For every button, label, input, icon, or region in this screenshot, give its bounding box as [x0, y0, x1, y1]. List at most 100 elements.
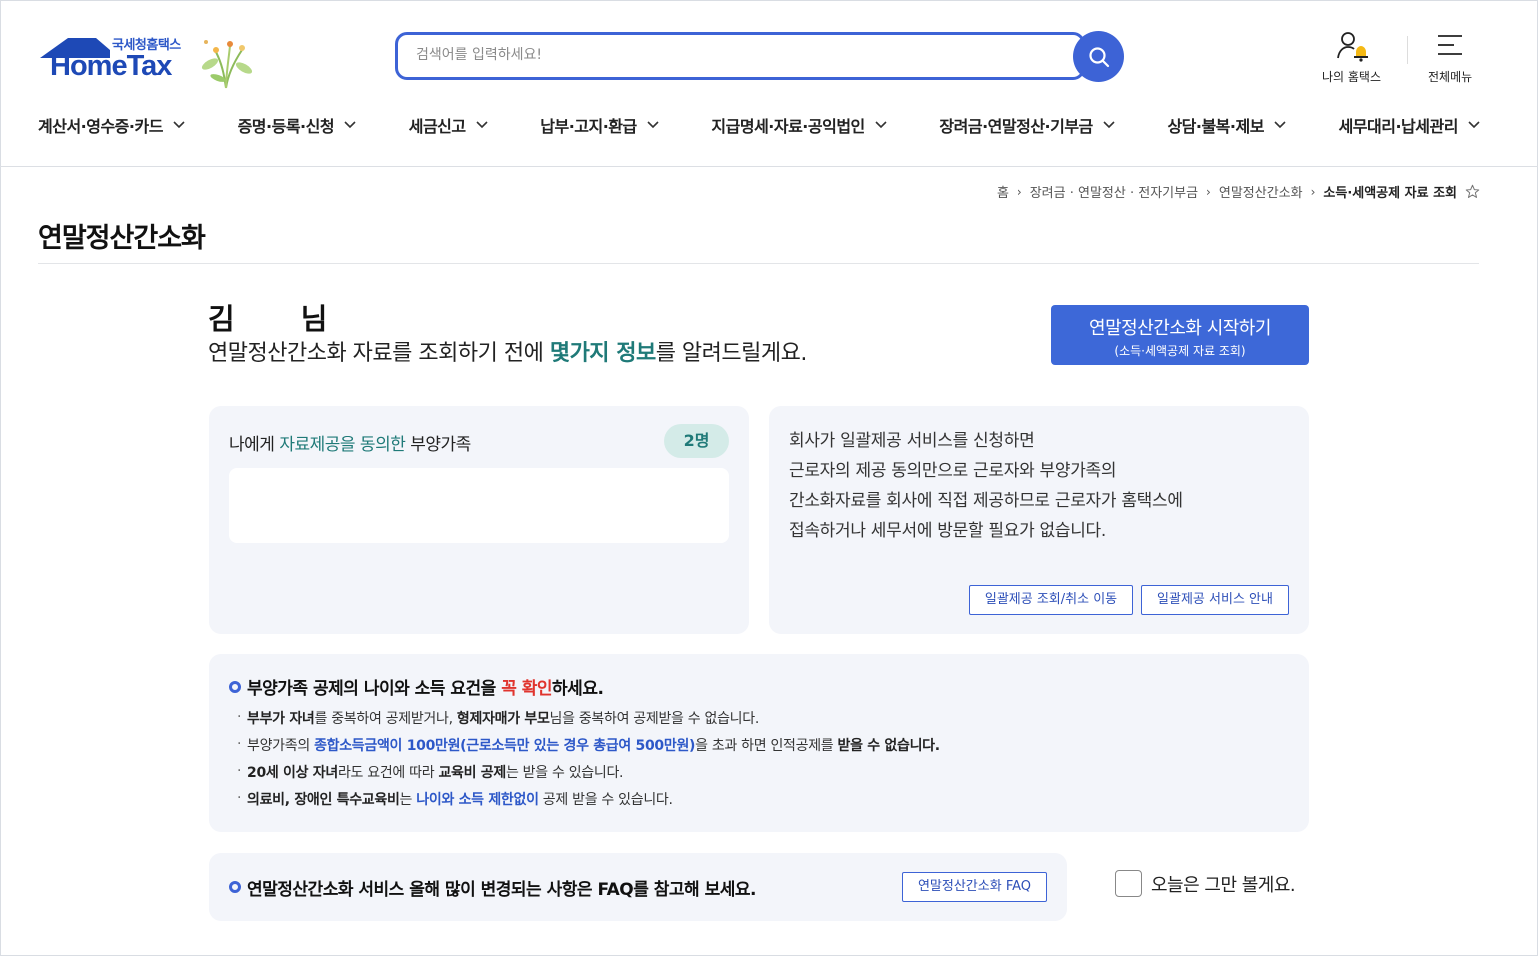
nav-label: 납부·고지·환급	[540, 117, 637, 136]
search-box	[395, 32, 1085, 80]
user-name: 김 님	[208, 302, 356, 336]
notice-list: 부부가 자녀를 중복하여 공제받거나, 형제자매가 부모님을 중복하여 공제받을…	[237, 704, 940, 814]
chevron-down-icon	[647, 121, 659, 129]
list-item: 부양가족의 종합소득금액이 100만원(근로소득만 있는 경우 총급여 500만…	[237, 731, 940, 760]
greeting-text: 연말정산간소화 자료를 조회하기 전에	[208, 341, 550, 366]
emphasis-blue: 나이와 소득 제한없이	[416, 792, 539, 808]
faq-banner: 연말정산간소화 서비스 올해 많이 변경되는 사항은 FAQ를 참고해 보세요.…	[209, 853, 1067, 921]
emphasis: 부부가 자녀	[247, 711, 315, 727]
user-bell-icon	[1336, 32, 1368, 62]
emphasis: 의료비, 장애인 특수교육비	[247, 792, 400, 808]
checkbox[interactable]	[1115, 870, 1142, 897]
dismiss-today-checkbox[interactable]: 오늘은 그만 볼게요.	[1115, 870, 1296, 897]
bulk-provision-card: 회사가 일괄제공 서비스를 신청하면 근로자의 제공 동의만으로 근로자와 부양…	[769, 406, 1309, 634]
notice-title: 부양가족 공제의 나이와 소득 요건을 꼭 확인하세요.	[247, 674, 604, 699]
emphasis: 형제자매가 부모	[456, 711, 550, 727]
breadcrumb-level2[interactable]: 연말정산간소화	[1219, 182, 1303, 201]
faq-text: 연말정산간소화 서비스 올해 많이 변경되는 사항은 FAQ를 참고해 보세요.	[247, 880, 757, 900]
text: 라도 요건에 따라	[337, 765, 439, 781]
greeting-text: 를 알려드릴게요.	[655, 341, 808, 366]
nav-item-year-end-settlement[interactable]: 장려금·연말정산·기부금	[939, 113, 1115, 137]
text: 는 받을 수 있습니다.	[505, 765, 624, 781]
chevron-down-icon	[875, 121, 887, 129]
card-title-text: 부양가족	[405, 435, 471, 455]
text: 를 중복하여 공제받거나,	[314, 711, 457, 727]
breadcrumb-home[interactable]: 홈	[997, 182, 1009, 201]
chevron-down-icon	[476, 121, 488, 129]
breadcrumb-separator-icon: ›	[1310, 184, 1316, 199]
all-menu-label: 전체메뉴	[1428, 70, 1473, 84]
nav-item-tax-return[interactable]: 세금신고	[409, 113, 488, 137]
greeting-highlight: 몇가지 정보	[549, 341, 656, 366]
search-icon	[1088, 46, 1109, 67]
chevron-down-icon	[1103, 121, 1115, 129]
hamburger-menu-icon	[1438, 35, 1463, 55]
description-line: 간소화자료를 회사에 직접 제공하므로 근로자가 홈택스에	[789, 491, 1183, 511]
description-line: 회사가 일괄제공 서비스를 신청하면	[789, 431, 1035, 451]
faq-button[interactable]: 연말정산간소화 FAQ	[902, 872, 1047, 902]
breadcrumb-current: 소득·세액공제 자료 조회	[1323, 186, 1457, 201]
greeting-message: 연말정산간소화 자료를 조회하기 전에 몇가지 정보를 알려드릴게요.	[208, 335, 807, 367]
start-button-sublabel: (소득·세액공제 자료 조회)	[1114, 344, 1246, 358]
notice-title-text: 하세요.	[552, 679, 604, 699]
utility-divider	[1407, 36, 1408, 64]
bullet-circle-icon	[229, 681, 241, 693]
search-button[interactable]	[1073, 31, 1124, 82]
bullet-circle-icon	[229, 881, 241, 893]
nav-item-payment-statement[interactable]: 지급명세·자료·공익법인	[711, 113, 887, 137]
nav-label: 상담·불복·제보	[1167, 117, 1264, 136]
dependent-requirements-notice: 부양가족 공제의 나이와 소득 요건을 꼭 확인하세요. 부부가 자녀를 중복하…	[209, 654, 1309, 832]
my-hometax-button[interactable]: 나의 홈택스	[1322, 30, 1381, 85]
nav-item-invoice-receipt-card[interactable]: 계산서·영수증·카드	[38, 113, 185, 137]
emphasis: 20세 이상 자녀	[247, 765, 338, 781]
chevron-down-icon	[1274, 121, 1286, 129]
breadcrumb-separator-icon: ›	[1206, 184, 1211, 199]
text: 공제 받을 수 있습니다.	[538, 792, 673, 808]
chevron-down-icon	[344, 121, 356, 129]
list-item: 20세 이상 자녀라도 요건에 따라 교육비 공제는 받을 수 있습니다.	[237, 758, 940, 787]
bulk-provision-description: 회사가 일괄제공 서비스를 신청하면 근로자의 제공 동의만으로 근로자와 부양…	[789, 426, 1183, 546]
start-simplified-service-button[interactable]: 연말정산간소화 시작하기 (소득·세액공제 자료 조회)	[1051, 305, 1309, 365]
nav-label: 장려금·연말정산·기부금	[939, 117, 1093, 136]
text: 을 초과 하면 인적공제를	[695, 738, 838, 754]
nav-item-tax-agent[interactable]: 세무대리·납세관리	[1339, 113, 1480, 137]
nav-item-certificate-registration[interactable]: 증명·등록·신청	[238, 113, 356, 137]
favorite-star-icon[interactable]	[1465, 184, 1480, 199]
text: 는	[399, 792, 417, 808]
nav-item-payment-refund[interactable]: 납부·고지·환급	[540, 113, 659, 137]
notice-title-text: 부양가족 공제의 나이와 소득 요건을	[247, 679, 502, 699]
main-navigation: 계산서·영수증·카드 증명·등록·신청 세금신고 납부·고지·환급 지급명세·자…	[38, 113, 1480, 137]
nav-divider	[0, 166, 1538, 167]
emphasis-blue: 종합소득금액이 100만원(근로소득만 있는 경우 총급여 500만원)	[314, 738, 696, 754]
bulk-service-guide-button[interactable]: 일괄제공 서비스 안내	[1141, 585, 1289, 615]
description-line: 접속하거나 세무서에 방문할 필요가 없습니다.	[789, 521, 1106, 541]
dependents-list-box	[229, 468, 729, 543]
breadcrumb-separator-icon: ›	[1016, 184, 1022, 199]
logo-wordmark: HomeTax	[50, 50, 172, 82]
flower-decoration-icon	[201, 40, 253, 89]
all-menu-button[interactable]: 전체메뉴	[1428, 30, 1472, 85]
nav-label: 세금신고	[408, 117, 466, 136]
search-input[interactable]	[416, 47, 1016, 63]
nav-label: 계산서·영수증·카드	[38, 117, 163, 136]
title-divider	[38, 263, 1479, 264]
card-title-highlight: 자료제공을 동의한	[279, 435, 406, 455]
dependents-count-badge: 2명	[664, 424, 729, 458]
page-title: 연말정산간소화	[38, 223, 206, 254]
nav-label: 세무대리·납세관리	[1338, 117, 1459, 136]
notice-title-emphasis: 꼭 확인	[501, 679, 553, 699]
nav-item-consultation[interactable]: 상담·불복·제보	[1167, 113, 1286, 137]
dependents-card-title: 나에게 자료제공을 동의한 부양가족	[229, 430, 471, 455]
my-hometax-label: 나의 홈택스	[1322, 70, 1382, 84]
hometax-logo[interactable]: 국세청홈택스 HomeTax	[38, 32, 258, 89]
nav-label: 지급명세·자료·공익법인	[711, 117, 865, 136]
list-item: 부부가 자녀를 중복하여 공제받거나, 형제자매가 부모님을 중복하여 공제받을…	[237, 704, 940, 733]
start-button-label: 연말정산간소화 시작하기	[1089, 318, 1271, 339]
breadcrumb: 홈 › 장려금 · 연말정산 · 전자기부금 › 연말정산간소화 › 소득·세액…	[997, 182, 1480, 201]
chevron-down-icon	[173, 121, 185, 129]
bulk-query-cancel-button[interactable]: 일괄제공 조회/취소 이동	[969, 585, 1133, 615]
emphasis: 교육비 공제	[438, 765, 506, 781]
consented-dependents-card: 나에게 자료제공을 동의한 부양가족 2명	[209, 406, 749, 634]
nav-label: 증명·등록·신청	[237, 117, 335, 136]
breadcrumb-level1[interactable]: 장려금 · 연말정산 · 전자기부금	[1030, 182, 1198, 201]
